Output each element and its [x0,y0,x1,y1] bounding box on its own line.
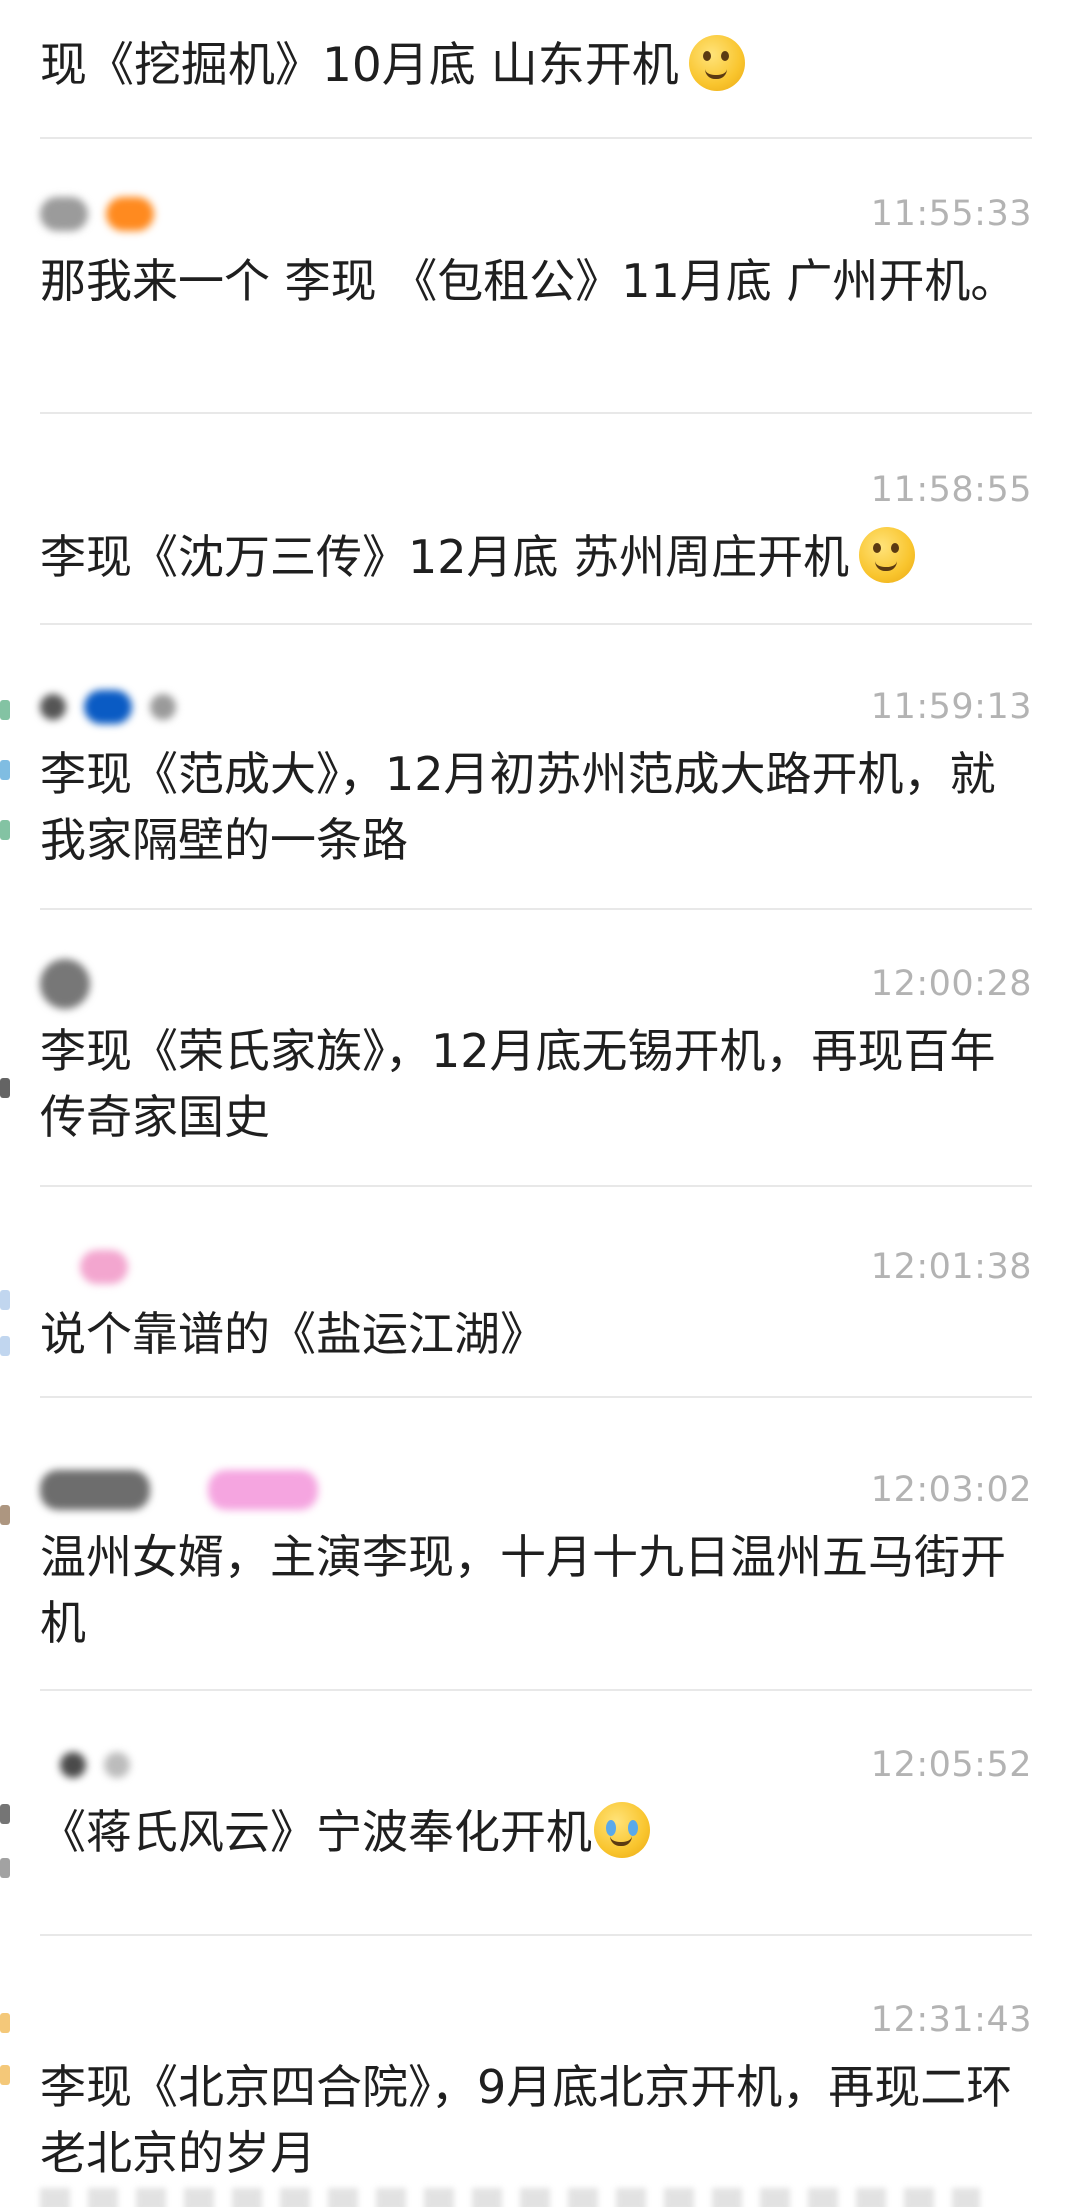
divider [40,908,1032,910]
comment-meta: 11:55:33 [0,190,1080,238]
timestamp: 12:31:43 [870,2000,1032,2040]
blurred-badge [106,197,154,231]
timestamp: 11:59:13 [870,687,1032,727]
edge-fragment [0,1336,10,1356]
edge-fragment [0,1290,10,1310]
edge-fragment [0,1804,10,1824]
divider [40,1689,1032,1691]
comment-text: 那我来一个 李现 《包租公》11月底 广州开机。 [40,254,1017,308]
blurred-avatar [40,694,66,720]
blurred-username[interactable] [40,959,90,1009]
comment-meta: 11:58:55 [0,466,1080,514]
timestamp: 11:58:55 [870,470,1032,510]
blurred-username[interactable] [40,683,176,731]
face-crying-icon [594,1802,650,1858]
blurred-avatar [40,1470,150,1510]
divider [40,1934,1032,1936]
partial-comment-top: 现《挖掘机》10月底 山东开机 [40,34,745,98]
comment-text: 《蒋氏风云》宁波奉化开机 [40,1805,592,1859]
blurred-username[interactable] [40,190,154,238]
comment-feed: 现《挖掘机》10月底 山东开机 11:55:33 那我来一个 李现 《包租公》1… [0,0,1080,2207]
blurred-avatar [40,197,88,231]
blurred-avatar [40,959,90,1009]
timestamp: 12:05:52 [870,1745,1032,1785]
edge-fragment [0,700,10,720]
edge-fragment [0,1505,10,1525]
edge-fragment [0,1858,10,1878]
divider [40,1396,1032,1398]
edge-fragment [0,2013,10,2033]
divider [40,623,1032,625]
comment-meta: 12:01:38 [0,1243,1080,1291]
blurred-avatar [60,1752,86,1778]
comment-text: 说个靠谱的《盐运江湖》 [40,1307,546,1361]
blurred-username[interactable] [40,1741,130,1789]
timestamp: 12:00:28 [870,964,1032,1004]
blurred-badge [150,694,176,720]
comment-text: 李现《沈万三传》12月底 苏州周庄开机 [40,530,850,584]
thinking-face-icon [859,527,916,583]
comment-meta: 12:31:43 [0,1996,1080,2044]
edge-fragment [0,1078,10,1098]
blurred-username[interactable] [40,1243,128,1291]
comment-text: 温州女婿，主演李现，十月十九日温州五马街开机 [40,1530,1006,1650]
comment-meta: 11:59:13 [0,683,1080,731]
divider [40,137,1032,139]
comment-meta: 12:00:28 [0,959,1080,1009]
blurred-badge [104,1752,130,1778]
comment-body: 《蒋氏风云》宁波奉化开机 [40,1799,1032,1865]
timestamp: 12:01:38 [870,1247,1032,1287]
blurred-username[interactable] [40,1466,318,1514]
comment-text: 现《挖掘机》10月底 山东开机 [40,38,679,93]
partial-comment-bottom [40,2188,980,2207]
comment-meta: 12:03:02 [0,1466,1080,1514]
edge-fragment [0,2065,10,2085]
edge-fragment [0,760,10,780]
blurred-badge [84,690,132,724]
thinking-face-icon [688,35,745,91]
divider [40,1185,1032,1187]
blurred-avatar [80,1250,128,1284]
comment-text: 李现《范成大》，12月初苏州范成大路开机，就我家隔壁的一条路 [40,747,996,867]
timestamp: 12:03:02 [870,1470,1032,1510]
comment-text: 李现《北京四合院》，9月底北京开机，再现二环老北京的岁月 [40,2060,1013,2180]
comment-meta: 12:05:52 [0,1741,1080,1789]
comment-body: 李现《沈万三传》12月底 苏州周庄开机 [40,524,1032,590]
edge-fragment [0,820,10,840]
timestamp: 11:55:33 [870,194,1032,234]
divider [40,412,1032,414]
comment-text: 李现《荣氏家族》，12月底无锡开机，再现百年传奇家国史 [40,1024,996,1144]
blurred-badge [208,1470,318,1510]
